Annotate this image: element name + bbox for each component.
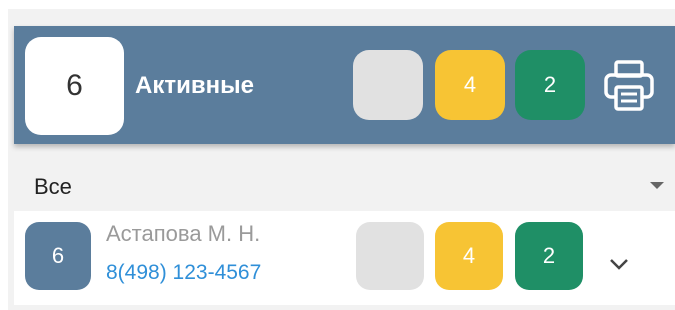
group-title: Активные	[135, 72, 254, 99]
neutral-status-badge[interactable]	[353, 50, 423, 120]
row-count: 6	[51, 243, 65, 268]
contact-phone-link[interactable]: 8(498) 123-4567	[106, 261, 261, 285]
chevron-down-icon	[610, 259, 628, 270]
success-status-count: 2	[543, 72, 557, 97]
success-status-badge[interactable]: 2	[515, 50, 585, 120]
status-filter-select[interactable]: Все	[14, 166, 675, 208]
row-success-status-count: 2	[542, 243, 556, 268]
active-count-box: 6	[25, 37, 124, 135]
caret-down-icon	[650, 182, 664, 189]
row-warning-status-badge[interactable]: 4	[435, 222, 503, 290]
contact-name: Астапова М. Н.	[106, 221, 261, 246]
active-group-header: 6 Активные 4 2	[14, 26, 675, 144]
row-neutral-status-badge[interactable]	[356, 222, 424, 290]
active-count: 6	[66, 69, 83, 102]
print-button[interactable]	[600, 56, 658, 114]
row-success-status-badge[interactable]: 2	[515, 222, 583, 290]
printer-icon	[604, 60, 654, 111]
filter-selected-value: Все	[34, 174, 72, 199]
row-count-box: 6	[25, 222, 91, 290]
expand-row-button[interactable]	[602, 247, 636, 281]
warning-status-badge[interactable]: 4	[435, 50, 505, 120]
list-item[interactable]: 6 Астапова М. Н. 8(498) 123-4567 4 2	[14, 211, 675, 305]
warning-status-count: 4	[463, 72, 477, 97]
row-warning-status-count: 4	[462, 243, 476, 268]
